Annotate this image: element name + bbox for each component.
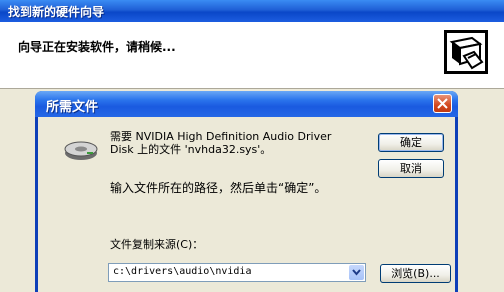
ok-button[interactable]: 确定 <box>378 133 444 152</box>
required-file-message: 需要 NVIDIA High Definition Audio Driver D… <box>110 130 332 156</box>
browse-button[interactable]: 浏览(B)... <box>380 264 451 283</box>
copy-source-value[interactable]: c:\drivers\audio\nvidia <box>113 266 251 277</box>
dialog-body: 需要 NVIDIA High Definition Audio Driver D… <box>38 117 455 292</box>
close-icon <box>437 98 448 109</box>
required-files-dialog: 所需文件 需要 NVIDIA High Definition Audio Dri… <box>35 91 458 292</box>
hardware-wizard-icon <box>444 30 488 74</box>
dialog-title: 所需文件 <box>46 100 99 115</box>
cancel-button[interactable]: 取消 <box>378 159 444 178</box>
wizard-title: 找到新的硬件向导 <box>8 5 105 19</box>
chevron-down-icon <box>352 269 361 276</box>
path-prompt-text: 输入文件所在的路径，然后单击“确定”。 <box>110 181 327 195</box>
dialog-titlebar: 所需文件 <box>35 91 458 117</box>
copy-source-label: 文件复制来源(C)： <box>110 238 204 251</box>
close-button[interactable] <box>433 94 452 113</box>
copy-source-combobox[interactable]: c:\drivers\audio\nvidia <box>108 263 366 282</box>
wizard-header: 向导正在安装软件，请稍候... <box>0 22 504 89</box>
wizard-status-text: 向导正在安装软件，请稍候... <box>18 40 176 54</box>
dropdown-button[interactable] <box>349 265 364 280</box>
wizard-titlebar: 找到新的硬件向导 <box>0 0 504 22</box>
disk-drive-icon <box>64 141 98 160</box>
